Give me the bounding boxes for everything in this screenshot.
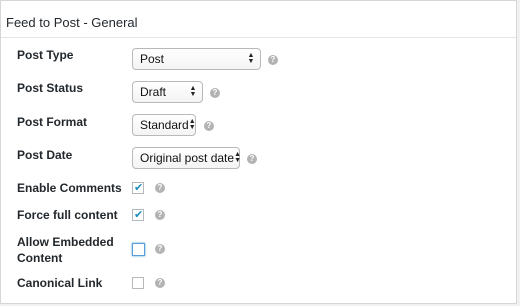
post-type-value: Post [140,52,165,66]
panel-header: Feed to Post - General [1,1,516,38]
post-type-select[interactable]: Post ▲ ▼ [132,48,261,70]
allow-embedded-label-line1: Allow Embedded [17,235,114,249]
settings-panel: Feed to Post - General Post Type Post ▲ ▼… [0,0,517,304]
post-format-value: Standard [140,118,189,132]
post-format-select[interactable]: Standard ▲ ▼ [132,114,196,136]
post-status-label: Post Status [17,81,84,95]
help-icon[interactable]: ? [268,55,278,65]
help-icon[interactable]: ? [155,210,165,220]
canonical-link-checkbox[interactable] [132,277,144,289]
checkmark-icon: ✔ [134,182,144,194]
post-date-label: Post Date [17,148,73,162]
help-icon[interactable]: ? [155,244,165,254]
help-icon[interactable]: ? [155,278,165,288]
post-date-select[interactable]: Original post date ▲ ▼ [132,147,241,169]
allow-embedded-content-checkbox[interactable] [132,243,145,256]
help-icon[interactable]: ? [210,88,220,98]
select-arrows-icon: ▲ ▼ [247,52,255,65]
checkmark-icon: ✔ [134,209,144,221]
post-status-value: Draft [140,85,167,99]
post-format-label: Post Format [17,115,88,129]
enable-comments-label: Enable Comments [17,181,122,195]
select-arrows-icon: ▲ ▼ [188,118,196,131]
select-arrows-icon: ▲ ▼ [234,151,241,164]
post-type-label: Post Type [17,48,74,62]
force-full-content-label: Force full content [17,208,118,222]
help-icon[interactable]: ? [247,154,257,164]
help-icon[interactable]: ? [155,183,165,193]
force-full-content-checkbox[interactable]: ✔ [132,209,144,221]
panel-title: Feed to Post - General [6,15,138,30]
enable-comments-checkbox[interactable]: ✔ [132,182,144,194]
canonical-link-label: Canonical Link [17,276,103,290]
select-arrows-icon: ▲ ▼ [189,85,197,98]
post-date-value: Original post date [140,151,235,165]
post-status-select[interactable]: Draft ▲ ▼ [132,81,203,103]
allow-embedded-label-line2: Content [17,251,63,265]
help-icon[interactable]: ? [204,121,214,131]
